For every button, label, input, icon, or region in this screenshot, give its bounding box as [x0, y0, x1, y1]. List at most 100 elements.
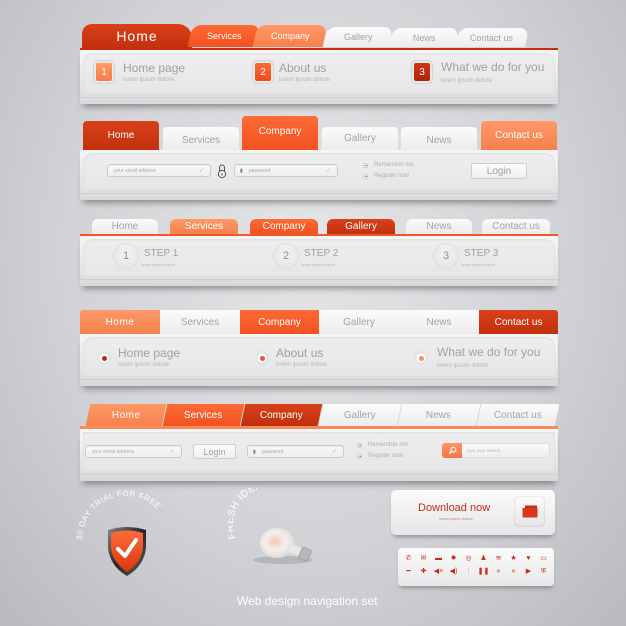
nav5-tab-home[interactable]: Home	[85, 404, 167, 426]
nav5-email-input[interactable]: your email address ✓	[85, 445, 182, 458]
download-button[interactable]: Download now lorem ipsum dolore	[391, 490, 555, 535]
nav3-tab-contact[interactable]: Contact us	[482, 219, 550, 234]
search-icon	[448, 446, 456, 455]
rewind-icon[interactable]: «	[512, 568, 516, 575]
nav5-register-label: Register now	[368, 453, 404, 459]
nav5-password-placeholder: password	[262, 448, 284, 455]
nav2-tab-home[interactable]: Home	[83, 121, 159, 150]
shield-icon[interactable]: ⛨	[541, 568, 546, 575]
nav3-tab-home[interactable]: Home	[92, 219, 158, 234]
nav1-item-3-number[interactable]: 3	[414, 63, 430, 81]
nav3-tab-company[interactable]: Company	[250, 219, 318, 234]
nav1-tab-services[interactable]: Services	[187, 25, 261, 47]
nav5-tab-services[interactable]: Services	[162, 404, 245, 426]
nav5-remember-option[interactable]: Remember me	[357, 442, 408, 448]
radio-button[interactable]	[357, 453, 362, 459]
nav2-register-option[interactable]: Register now	[363, 173, 409, 179]
nav4-tab-company[interactable]: Company	[240, 310, 319, 334]
nav3-step-2-label[interactable]: STEP 2	[304, 248, 338, 259]
gear-icon[interactable]: ✹	[451, 555, 457, 562]
radio-button[interactable]	[363, 162, 368, 168]
fresh-idea-badge[interactable]: FRESH IDEA	[228, 488, 328, 568]
target-icon[interactable]: ◎	[465, 555, 471, 562]
nav2-register-label: Register now	[374, 173, 410, 179]
nav2-tab-company-label: Company	[258, 126, 302, 137]
nav5-search-input[interactable]: type your search...	[442, 443, 550, 458]
nav4-tab-news-label: News	[426, 316, 452, 328]
nav2-tab-gallery[interactable]: Gallery	[322, 127, 398, 150]
nav4-tab-home[interactable]: Home	[80, 310, 160, 334]
nav5-search-placeholder: type your search...	[467, 448, 505, 453]
play-icon[interactable]: ▶	[526, 568, 531, 575]
plus-icon[interactable]: ✚	[421, 568, 427, 575]
nav2-tab-company[interactable]: Company	[242, 116, 318, 150]
nav3-step-2-number[interactable]: 2	[274, 244, 298, 268]
fast-forward-icon[interactable]: »	[497, 568, 501, 575]
nav4-item-2-bullet[interactable]	[256, 352, 268, 364]
nav2-email-input[interactable]: your email address ✓	[107, 164, 211, 177]
radio-button[interactable]	[357, 442, 362, 448]
nav4-item-1-subtitle: lorem ipsum dolore	[118, 362, 170, 368]
nav2-tab-news[interactable]: News	[401, 127, 477, 150]
nav1-item-3-title[interactable]: What we do for you	[441, 60, 544, 74]
nav4-item-1-title[interactable]: Home page	[118, 346, 180, 360]
nav4-tab-gallery[interactable]: Gallery	[319, 310, 399, 334]
nav3-step-1-label[interactable]: STEP 1	[144, 248, 178, 259]
nav1-tab-services-label: Services	[206, 31, 242, 41]
nav2-tab-contact[interactable]: Contact us	[481, 121, 557, 150]
search-button[interactable]	[442, 443, 462, 458]
heart-icon[interactable]: ♥	[526, 555, 530, 562]
nav1-item-1-number[interactable]: 1	[96, 63, 112, 81]
nav3-tab-gallery[interactable]: Gallery	[327, 219, 395, 234]
nav5-tab-gallery[interactable]: Gallery	[318, 404, 402, 426]
nav3-tab-contact-label: Contact us	[492, 221, 540, 232]
nav1-item-2-title[interactable]: About us	[279, 61, 326, 75]
nav1-tab-contact[interactable]: Contact us	[454, 28, 530, 47]
nav1-item-1-title[interactable]: Home page	[123, 61, 185, 75]
nav4-item-1-bullet[interactable]	[98, 352, 110, 364]
nav4-tab-contact[interactable]: Contact us	[479, 310, 558, 334]
equalizer-icon[interactable]: ⫶	[468, 568, 470, 575]
nav5-tab-contact[interactable]: Contact us	[476, 404, 560, 426]
nav5-tab-company[interactable]: Company	[240, 404, 323, 426]
phone-icon[interactable]: ✆	[406, 555, 412, 562]
nav2-password-input[interactable]: ▮ password ✓	[234, 164, 338, 177]
trial-badge[interactable]: 30 DAY TRIAL FOR FREE	[70, 488, 180, 588]
nav1-tab-news[interactable]: News	[388, 28, 460, 47]
mute-icon[interactable]: ◀×	[434, 568, 443, 575]
monitor-icon[interactable]: ▭	[540, 555, 547, 562]
nav5-password-input[interactable]: ▮ password ✓	[247, 445, 344, 458]
nav4-item-3-title[interactable]: What we do for you	[437, 345, 540, 359]
nav1-tab-company[interactable]: Company	[252, 25, 328, 47]
nav1-tab-home-label: Home	[116, 28, 158, 44]
nav5-register-option[interactable]: Register now	[357, 453, 403, 459]
nav4-item-3-bullet[interactable]	[415, 352, 427, 364]
user-icon[interactable]: ♟	[480, 555, 486, 562]
minus-icon[interactable]: ━	[406, 568, 410, 575]
rss-icon[interactable]: ≋	[496, 555, 502, 562]
nav3-step-3-label[interactable]: STEP 3	[464, 248, 498, 259]
nav2-tab-services[interactable]: Services	[163, 127, 239, 150]
nav3-step-3-number[interactable]: 3	[434, 244, 458, 268]
nav5-login-button[interactable]: Login	[193, 444, 236, 459]
nav4-tab-news[interactable]: News	[399, 310, 479, 334]
nav3-tab-news[interactable]: News	[406, 219, 472, 234]
volume-icon[interactable]: ◀)	[450, 568, 458, 575]
nav4-item-2-title[interactable]: About us	[276, 346, 323, 360]
pause-icon[interactable]: ❚❚	[478, 568, 490, 575]
mail-icon[interactable]: ✉	[421, 555, 427, 562]
nav4-tab-services[interactable]: Services	[160, 310, 240, 334]
nav1-item-2-number[interactable]: 2	[255, 63, 271, 81]
star-icon[interactable]: ★	[510, 555, 516, 562]
nav2-remember-option[interactable]: Remember me	[363, 162, 414, 168]
radio-button[interactable]	[363, 173, 368, 179]
nav3-tab-services[interactable]: Services	[170, 219, 238, 234]
nav2-tab-home-label: Home	[107, 130, 135, 141]
nav1-tab-home[interactable]: Home	[82, 24, 192, 48]
nav5-tab-news[interactable]: News	[397, 404, 481, 426]
nav5-remember-label: Remember me	[368, 442, 408, 448]
nav3-step-1-number[interactable]: 1	[114, 244, 138, 268]
nav2-login-button[interactable]: Login	[471, 163, 527, 179]
briefcase-icon[interactable]: ▬	[435, 555, 442, 562]
nav1-tab-gallery[interactable]: Gallery	[322, 27, 394, 47]
